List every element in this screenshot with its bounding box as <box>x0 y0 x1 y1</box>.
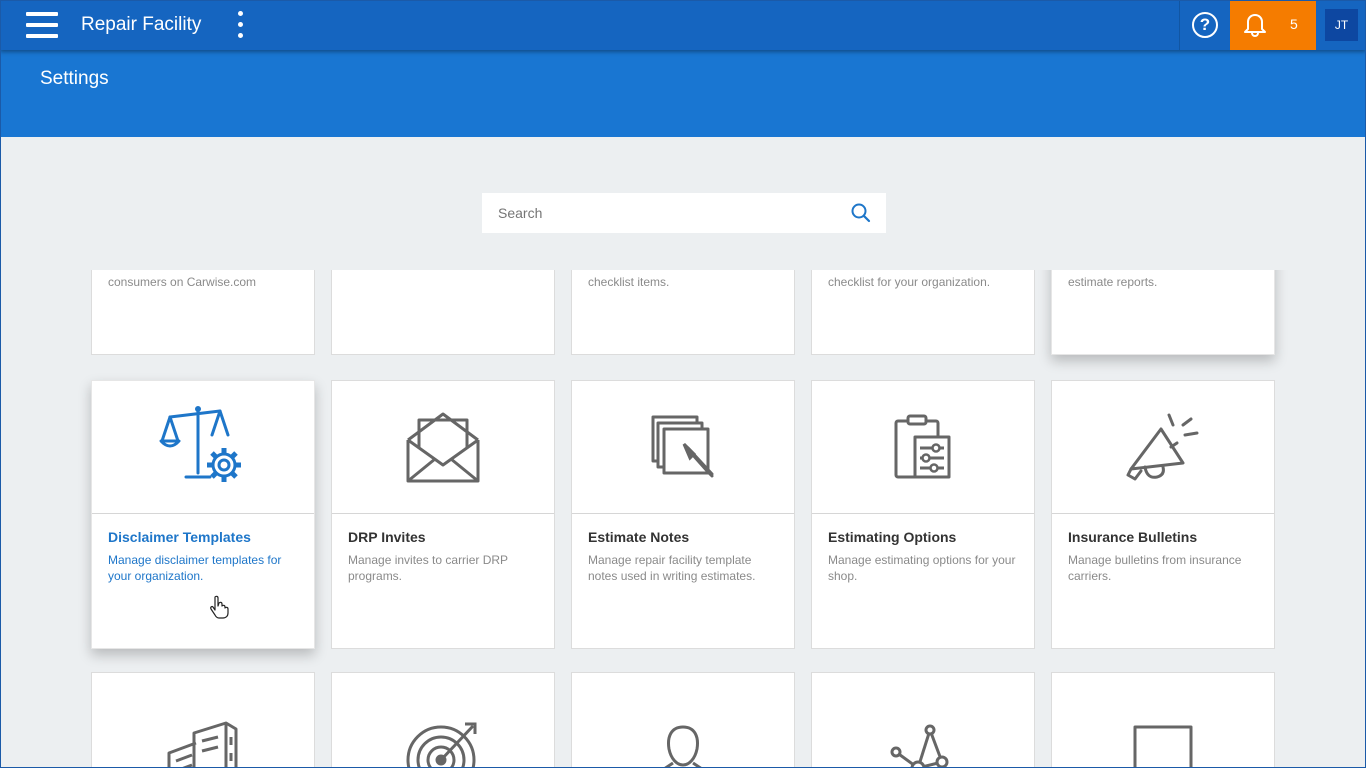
building-icon <box>167 721 238 768</box>
card-description: Manage estimating options for your shop. <box>828 553 1016 583</box>
bell-icon <box>1244 14 1266 37</box>
settings-card[interactable]: estimate reports. <box>1051 270 1275 355</box>
settings-card[interactable]: consumers on Carwise.com <box>91 270 315 355</box>
card-art <box>1052 381 1274 514</box>
user-avatar[interactable]: JT <box>1325 9 1358 41</box>
envelope-icon <box>406 412 480 483</box>
top-app-bar: Repair Facility ? 5 JT <box>0 0 1366 50</box>
card-art <box>572 673 794 768</box>
notes-pencil-icon <box>651 415 714 478</box>
card-title: DRP Invites <box>348 529 426 545</box>
settings-card[interactable] <box>1051 672 1275 768</box>
card-art <box>332 381 554 514</box>
estimate-notes-card[interactable]: Estimate Notes Manage repair facility te… <box>571 380 795 649</box>
settings-card[interactable] <box>331 270 555 355</box>
settings-card[interactable]: checklist for your organization. <box>811 270 1035 355</box>
card-art <box>812 673 1034 768</box>
target-icon <box>406 722 477 768</box>
app-title: Repair Facility <box>81 14 202 35</box>
settings-grid: consumers on Carwise.com checklist items… <box>0 270 1366 768</box>
scales-gear-icon <box>159 406 241 482</box>
card-art <box>92 673 314 768</box>
settings-card[interactable] <box>331 672 555 768</box>
card-description: Manage bulletins from insurance carriers… <box>1068 553 1242 583</box>
estimating-options-card[interactable]: Estimating Options Manage estimating opt… <box>811 380 1035 649</box>
card-description: Manage disclaimer templates for your org… <box>108 553 282 583</box>
megaphone-icon <box>1126 413 1199 481</box>
card-art <box>572 381 794 514</box>
network-icon <box>890 724 949 768</box>
page-header: Settings <box>0 50 1366 137</box>
card-description: checklist for your organization. <box>828 275 991 289</box>
card-title: Estimate Notes <box>588 529 690 545</box>
settings-card[interactable] <box>571 672 795 768</box>
card-art <box>332 673 554 768</box>
search-box <box>482 193 886 233</box>
notification-count: 5 <box>1290 16 1298 32</box>
card-art <box>1052 673 1274 768</box>
help-button[interactable]: ? <box>1179 0 1230 50</box>
person-icon <box>662 725 704 768</box>
card-art <box>92 381 314 514</box>
clipboard-sliders-icon <box>894 414 951 479</box>
card-title: Insurance Bulletins <box>1068 529 1198 545</box>
page-title: Settings <box>40 68 109 89</box>
settings-card[interactable] <box>811 672 1035 768</box>
help-icon: ? <box>1192 12 1218 38</box>
settings-card[interactable]: checklist items. <box>571 270 795 355</box>
insurance-bulletins-card[interactable]: Insurance Bulletins Manage bulletins fro… <box>1051 380 1275 649</box>
card-description: estimate reports. <box>1068 275 1158 289</box>
card-description: Manage repair facility template notes us… <box>588 553 756 583</box>
card-description: checklist items. <box>588 275 670 289</box>
search-input[interactable] <box>482 193 842 233</box>
more-options-icon[interactable] <box>232 10 248 40</box>
hand-cursor-icon <box>210 595 229 619</box>
search-icon[interactable] <box>850 202 872 224</box>
disclaimer-templates-card[interactable]: Disclaimer Templates Manage disclaimer t… <box>91 380 315 649</box>
document-icon <box>1133 725 1193 768</box>
notifications-button[interactable]: 5 <box>1230 0 1316 50</box>
settings-card[interactable] <box>91 672 315 768</box>
drp-invites-card[interactable]: DRP Invites Manage invites to carrier DR… <box>331 380 555 649</box>
card-title: Estimating Options <box>828 529 957 545</box>
card-description: Manage invites to carrier DRP programs. <box>348 553 508 583</box>
card-title: Disclaimer Templates <box>108 529 251 545</box>
card-description: consumers on Carwise.com <box>108 275 257 289</box>
card-art <box>812 381 1034 514</box>
hamburger-menu-icon[interactable] <box>26 12 58 38</box>
